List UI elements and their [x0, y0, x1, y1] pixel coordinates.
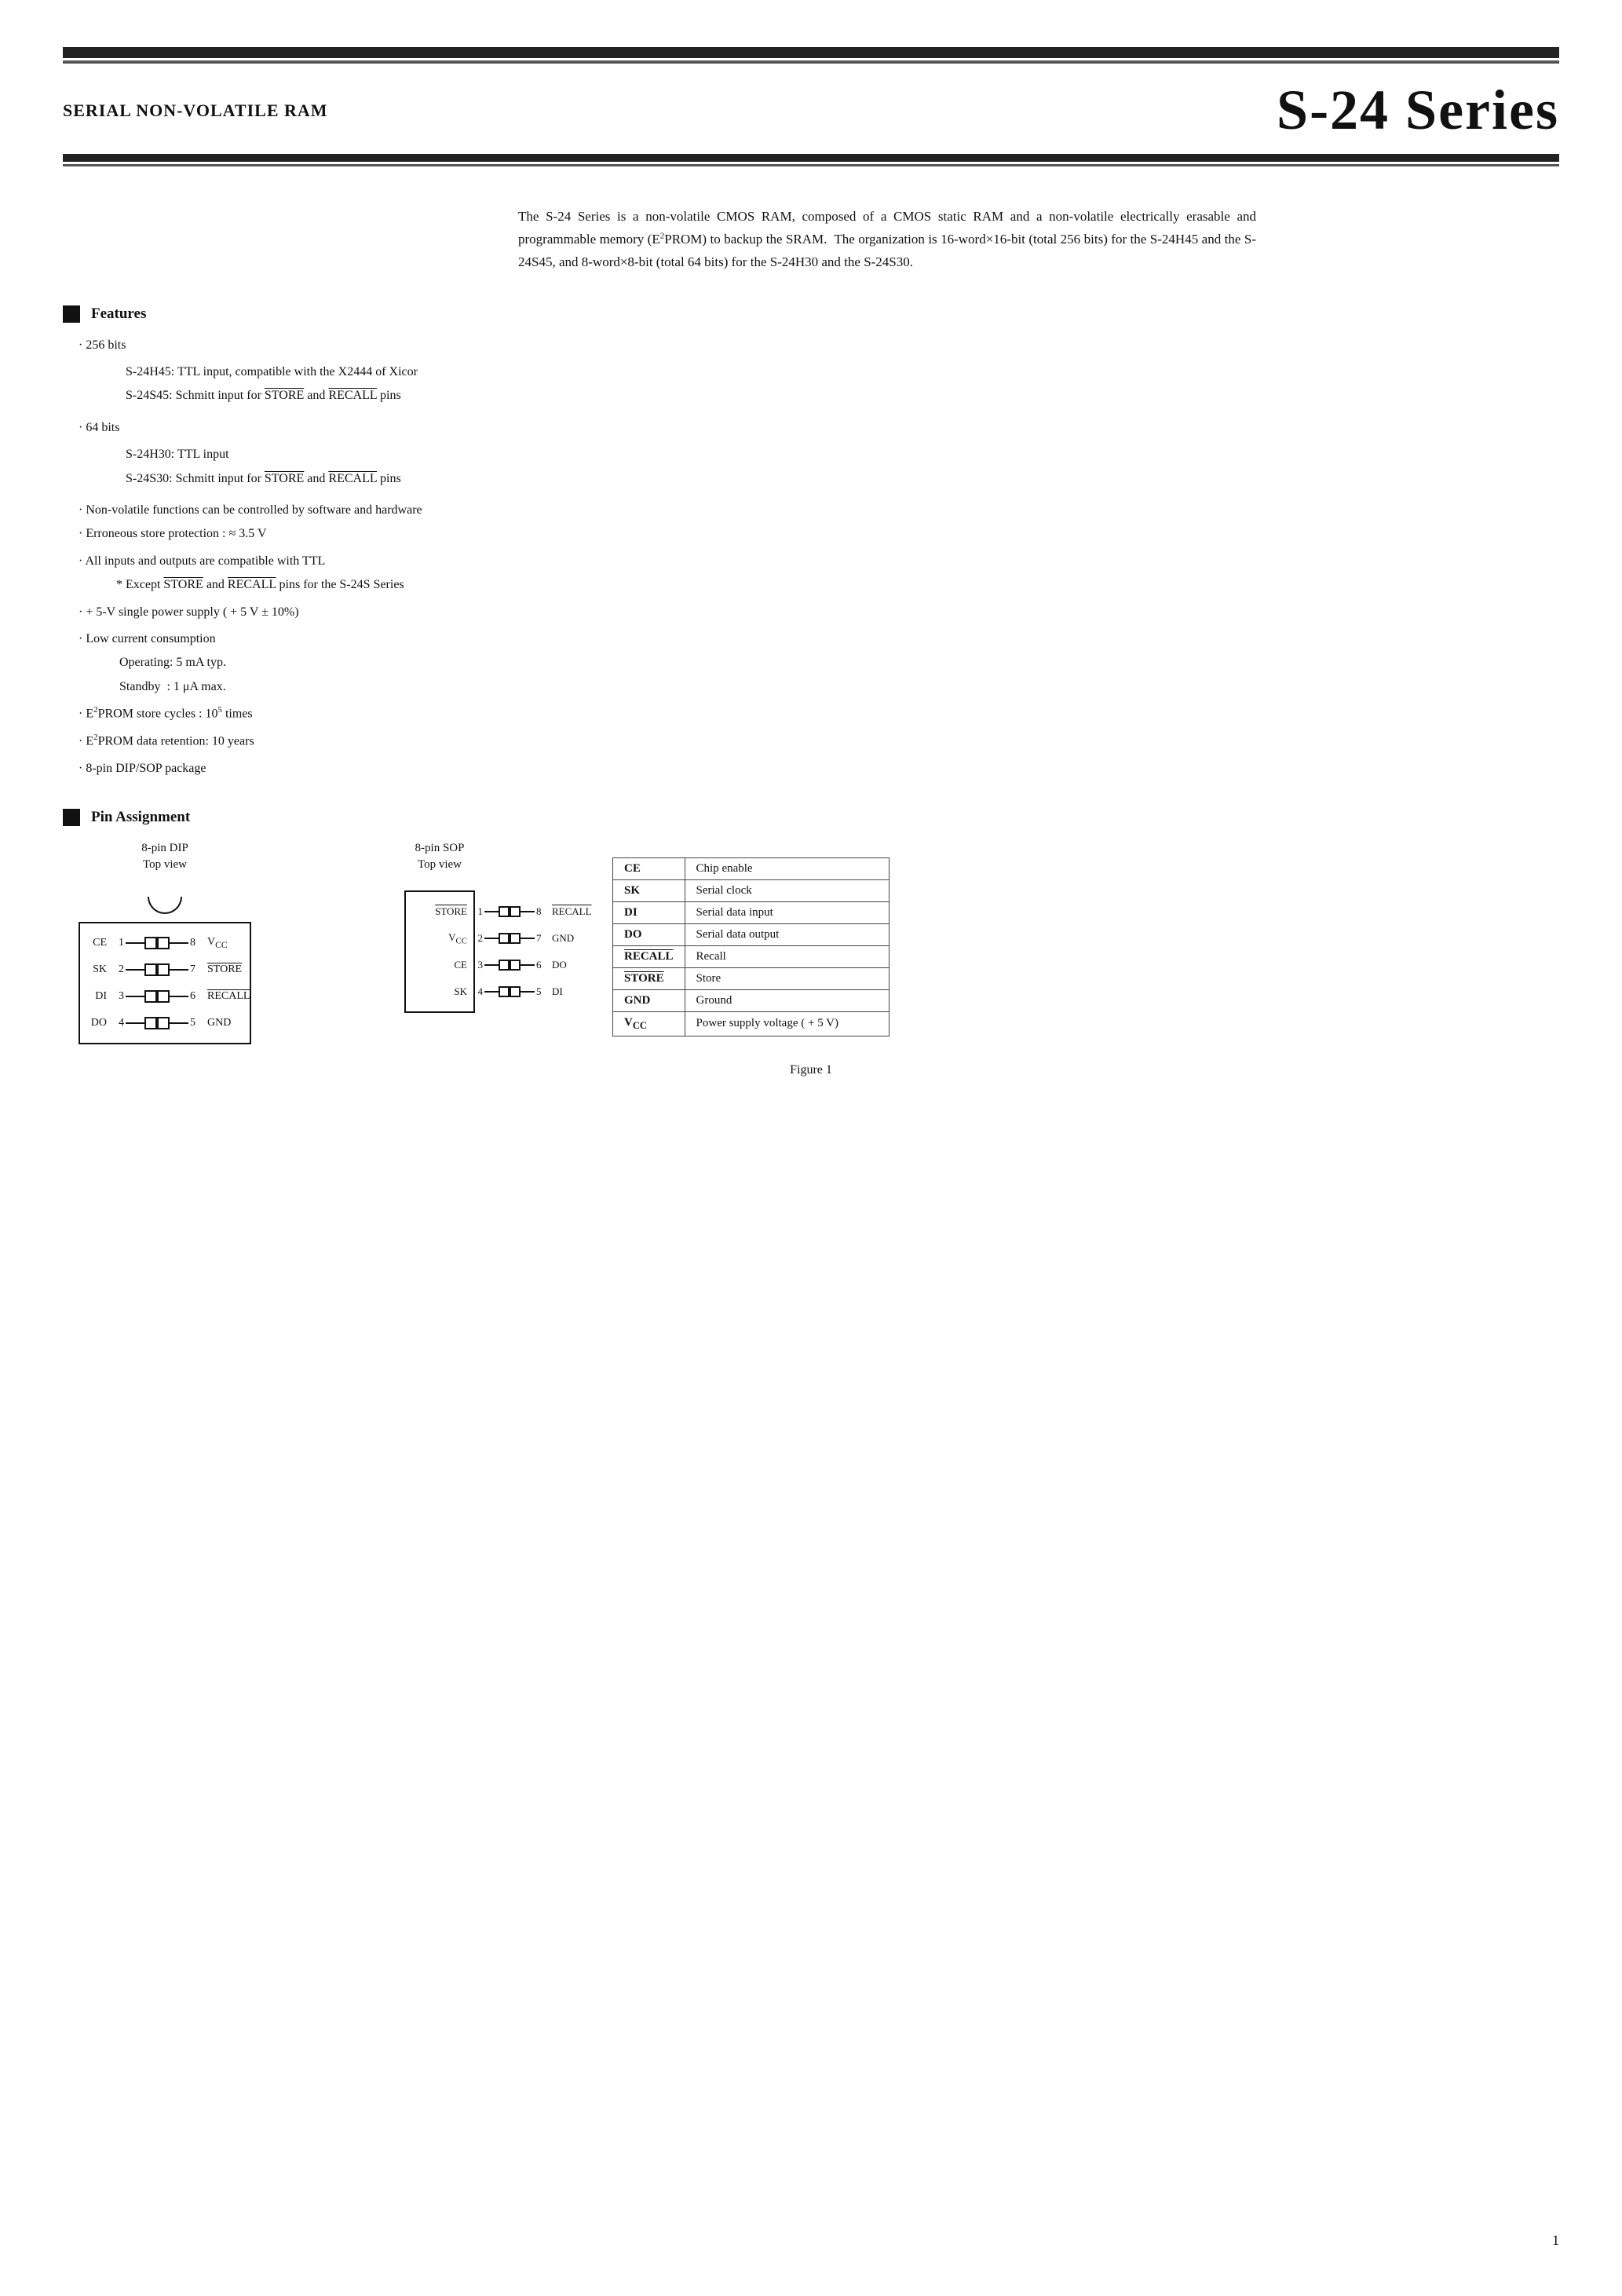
feature-standby: Standby : 1 μA max. — [110, 675, 1559, 699]
sop-di-label: DI — [552, 985, 615, 998]
dip-pin-recall-label: RECALL — [207, 990, 262, 1003]
table-row: CE Chip enable — [613, 857, 890, 879]
header: SERIAL NON-VOLATILE RAM S-24 Series — [63, 64, 1559, 154]
desc-ce: Chip enable — [685, 857, 889, 879]
sop-diagram: 8-pin SOP Top view STORE 1 8 RECA — [314, 842, 565, 1013]
pin-store: STORE — [613, 967, 685, 989]
desc-recall: Recall — [685, 945, 889, 967]
feature-lowcurrent: · Low current consumption — [79, 627, 1559, 651]
sop-ce-label: CE — [404, 959, 467, 971]
feature-s24s30: S-24S30: Schmitt input for STORE and REC… — [126, 467, 1559, 491]
sop-row-3: CE 3 6 DO — [406, 952, 473, 978]
sop-store-label: STORE — [404, 905, 467, 918]
description: The S-24 Series is a non-volatile CMOS R… — [518, 206, 1256, 274]
table-row: RECALL Recall — [613, 945, 890, 967]
sop-box: STORE 1 8 RECALL VCC — [404, 890, 475, 1013]
desc-gnd: Ground — [685, 989, 889, 1011]
table-row: STORE Store — [613, 967, 890, 989]
feature-s24h30: S-24H30: TTL input — [126, 443, 1559, 466]
table-row: GND Ground — [613, 989, 890, 1011]
dip-row-2: SK 2 7 STORE — [80, 956, 250, 983]
feature-power: · + 5-V single power supply ( + 5 V ± 10… — [79, 601, 1559, 624]
feature-operating: Operating: 5 mA typ. — [110, 651, 1559, 675]
dip-title-2: Top view — [143, 858, 187, 872]
dip-box: CE 1 8 VCC SK 2 — [79, 922, 251, 1044]
feature-256bits: · 256 bits — [79, 334, 1559, 357]
sop-row-2: VCC 2 7 GND — [406, 925, 473, 952]
feature-except: * Except STORE and RECALL pins for the S… — [110, 573, 1559, 597]
feature-s24h45: S-24H45: TTL input, compatible with the … — [126, 360, 1559, 384]
pin-gnd: GND — [613, 989, 685, 1011]
pin-icon — [63, 809, 80, 826]
dip-row-4: DO 4 5 GND — [80, 1010, 250, 1036]
sop-vcc-label: VCC — [404, 931, 467, 946]
table-row: DO Serial data output — [613, 923, 890, 945]
desc-sk: Serial clock — [685, 879, 889, 901]
features-list: · 256 bits S-24H45: TTL input, compatibl… — [79, 334, 1559, 781]
features-heading: Features — [63, 305, 1559, 323]
pin-assignment-heading: Pin Assignment — [63, 809, 1559, 826]
pin-assignment-content: 8-pin DIP Top view CE 1 8 — [63, 842, 1559, 1044]
dip-row-1: CE 1 8 VCC — [80, 930, 250, 956]
sop-row-1: STORE 1 8 RECALL — [406, 898, 473, 925]
pin-ce: CE — [613, 857, 685, 879]
feature-64bits: · 64 bits — [79, 416, 1559, 440]
pin-do: DO — [613, 923, 685, 945]
feature-nonvolatile: · Non-volatile functions can be controll… — [79, 499, 1559, 522]
features-icon — [63, 305, 80, 323]
dip-pin-vcc-label: VCC — [207, 936, 262, 950]
sop-title-2: Top view — [418, 858, 462, 872]
dip-pin-sk-label: SK — [79, 963, 107, 976]
desc-vcc: Power supply voltage ( + 5 V) — [685, 1011, 889, 1036]
desc-do: Serial data output — [685, 923, 889, 945]
desc-di: Serial data input — [685, 901, 889, 923]
feature-ttl: · All inputs and outputs are compatible … — [79, 550, 1559, 573]
pin-sk: SK — [613, 879, 685, 901]
header-bar-thin — [63, 164, 1559, 166]
top-bar-thick — [63, 47, 1559, 58]
dip-diagram: 8-pin DIP Top view CE 1 8 — [63, 842, 267, 1044]
feature-e2prom-cycles: · E2PROM store cycles : 105 times — [79, 702, 1559, 726]
table-row: DI Serial data input — [613, 901, 890, 923]
dip-pin-ce-label: CE — [79, 937, 107, 949]
figure-caption: Figure 1 — [63, 1063, 1559, 1077]
header-right-label: S-24 Series — [1277, 78, 1559, 143]
pin-recall: RECALL — [613, 945, 685, 967]
feature-package: · 8-pin DIP/SOP package — [79, 757, 1559, 781]
feature-erroneous: · Erroneous store protection : ≈ 3.5 V — [79, 522, 1559, 546]
page-number: 1 — [1552, 2232, 1559, 2249]
pin-table: CE Chip enable SK Serial clock DI Serial… — [612, 857, 890, 1036]
table-row: SK Serial clock — [613, 879, 890, 901]
sop-title-1: 8-pin SOP — [415, 842, 465, 855]
pin-vcc: VCC — [613, 1011, 685, 1036]
sop-do-label: DO — [552, 959, 615, 971]
dip-pin-do-label: DO — [79, 1017, 107, 1029]
feature-s24s45: S-24S45: Schmitt input for STORE and REC… — [126, 384, 1559, 408]
table-row: VCC Power supply voltage ( + 5 V) — [613, 1011, 890, 1036]
header-left-label: SERIAL NON-VOLATILE RAM — [63, 101, 328, 121]
desc-store: Store — [685, 967, 889, 989]
header-bar-thick — [63, 154, 1559, 162]
dip-row-3: DI 3 6 RECALL — [80, 983, 250, 1010]
sop-row-4: SK 4 5 DI — [406, 978, 473, 1005]
dip-pin-gnd-label: GND — [207, 1017, 262, 1029]
sop-recall-label: RECALL — [552, 905, 615, 918]
dip-pin-di-label: DI — [79, 990, 107, 1003]
dip-title-1: 8-pin DIP — [141, 842, 188, 855]
sop-sk-label: SK — [404, 985, 467, 998]
sop-gnd-label: GND — [552, 932, 615, 945]
dip-pin-store-label: STORE — [207, 963, 262, 976]
pin-table-container: CE Chip enable SK Serial clock DI Serial… — [612, 850, 890, 1036]
pin-di: DI — [613, 901, 685, 923]
feature-e2prom-retention: · E2PROM data retention: 10 years — [79, 729, 1559, 754]
